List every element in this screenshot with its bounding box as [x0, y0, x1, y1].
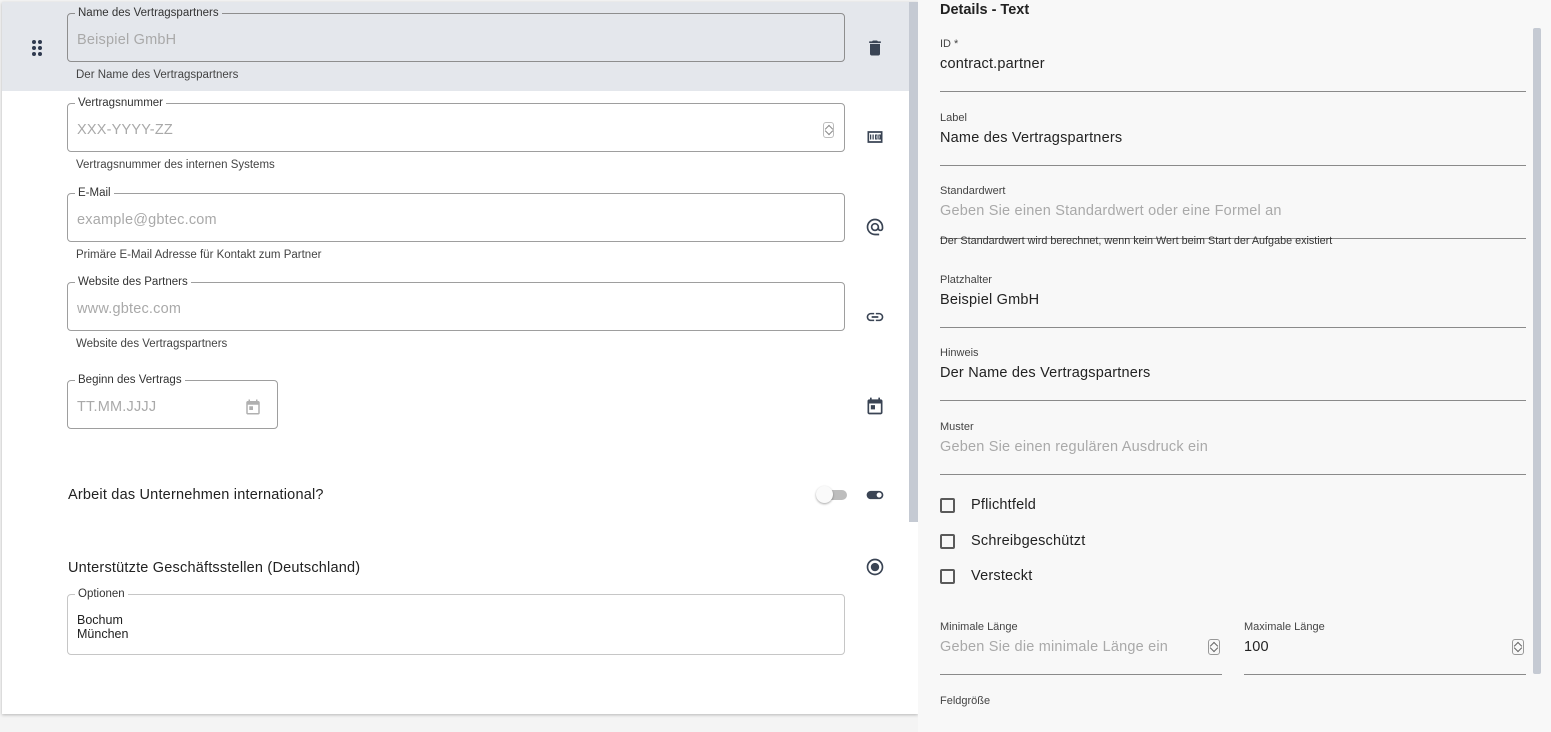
label-field[interactable]: Label Name des Vertragspartners [940, 112, 1526, 166]
date-picker-icon[interactable] [244, 398, 262, 416]
number-spinner-icon[interactable] [1208, 639, 1220, 655]
readonly-checkbox[interactable]: Schreibgeschützt [940, 532, 1085, 550]
min-length-label: Minimale Länge [940, 621, 1018, 633]
field-label: E-Mail [75, 186, 114, 200]
form-row-start-date[interactable]: Beginn des Vertrags TT.MM.JJJJ [2, 361, 911, 451]
field-help-text: Der Name des Vertragspartners [76, 69, 239, 81]
drag-handle-icon[interactable] [32, 38, 46, 58]
international-toggle[interactable] [816, 486, 847, 503]
default-value-placeholder: Geben Sie einen Standardwert oder eine F… [940, 203, 1282, 219]
field-label: Beginn des Vertrags [75, 373, 185, 387]
max-length-value: 100 [1244, 639, 1269, 655]
number-spinner-icon[interactable] [1512, 639, 1524, 655]
hint-value: Der Name des Vertragspartners [940, 365, 1151, 381]
hidden-checkbox[interactable]: Versteckt [940, 567, 1032, 585]
details-panel: Details - Text ID * contract.partner Lab… [918, 0, 1551, 732]
partner-name-field[interactable]: Name des Vertragspartners Beispiel GmbH [67, 6, 845, 62]
id-field[interactable]: ID * contract.partner [940, 38, 1526, 92]
link-icon [864, 306, 886, 328]
form-canvas: Name des Vertragspartners Beispiel GmbH … [2, 2, 918, 714]
required-checkbox[interactable]: Pflichtfeld [940, 496, 1036, 514]
min-length-field[interactable]: Minimale Länge Geben Sie die minimale Lä… [940, 621, 1222, 675]
form-row-contract-number[interactable]: Vertragsnummer XXX-YYYY-ZZ Vertragsnumme… [2, 91, 911, 181]
next-field-cutoff [68, 708, 388, 714]
form-row-international[interactable]: Arbeit das Unternehmen international? [2, 451, 911, 531]
details-scrollbar[interactable] [1533, 28, 1541, 674]
checkbox-box[interactable] [940, 568, 955, 584]
number-field-icon [864, 126, 886, 148]
max-length-field[interactable]: Maximale Länge 100 [1244, 621, 1526, 675]
form-row-email[interactable]: E-Mail example@gbtec.com Primäre E-Mail … [2, 181, 911, 271]
id-label: ID * [940, 38, 959, 50]
field-label: Vertragsnummer [75, 96, 167, 110]
checkbox-label: Versteckt [971, 568, 1033, 584]
website-field[interactable]: Website des Partners www.gbtec.com [67, 275, 845, 331]
start-date-field[interactable]: Beginn des Vertrags TT.MM.JJJJ [67, 373, 278, 429]
form-row-partner-name[interactable]: Name des Vertragspartners Beispiel GmbH … [2, 2, 911, 91]
options-textarea[interactable]: Optionen Bochum München [67, 587, 845, 655]
id-value: contract.partner [940, 56, 1045, 72]
hint-label: Hinweis [940, 347, 979, 359]
placeholder-field[interactable]: Platzhalter Beispiel GmbH [940, 274, 1526, 328]
checkbox-label: Schreibgeschützt [971, 533, 1086, 549]
field-label: Name des Vertragspartners [75, 6, 222, 20]
max-length-label: Maximale Länge [1244, 621, 1325, 633]
placeholder-value: Beispiel GmbH [940, 292, 1040, 308]
field-placeholder: TT.MM.JJJJ [77, 399, 157, 415]
at-sign-icon [864, 216, 886, 238]
branches-label: Unterstützte Geschäftsstellen (Deutschla… [68, 560, 361, 576]
options-label: Optionen [75, 587, 128, 601]
trash-icon[interactable] [864, 37, 886, 59]
field-placeholder: XXX-YYYY-ZZ [77, 122, 173, 138]
international-label: Arbeit das Unternehmen international? [68, 487, 324, 503]
default-value-label: Standardwert [940, 185, 1006, 197]
field-help-text: Primäre E-Mail Adresse für Kontakt zum P… [76, 249, 322, 261]
default-value-help: Der Standardwert wird berechnet, wenn ke… [940, 235, 1333, 247]
field-help-text: Vertragsnummer des internen Systems [76, 159, 275, 171]
calendar-icon [864, 395, 886, 417]
toggle-icon [864, 484, 886, 506]
label-value: Name des Vertragspartners [940, 130, 1123, 146]
checkbox-label: Pflichtfeld [971, 497, 1037, 513]
form-row-branches[interactable]: Unterstützte Geschäftsstellen (Deutschla… [2, 531, 911, 671]
option-item: Bochum [77, 613, 123, 627]
canvas-scrollbar[interactable] [909, 2, 918, 522]
option-item: München [77, 627, 129, 641]
contract-number-field[interactable]: Vertragsnummer XXX-YYYY-ZZ [67, 96, 845, 152]
pattern-label: Muster [940, 421, 974, 433]
details-title: Details - Text [940, 2, 1030, 18]
radio-icon [864, 556, 886, 578]
field-help-text: Website des Vertragspartners [76, 338, 228, 350]
pattern-field[interactable]: Muster Geben Sie einen regulären Ausdruc… [940, 421, 1526, 475]
pattern-placeholder: Geben Sie einen regulären Ausdruck ein [940, 439, 1208, 455]
field-placeholder: www.gbtec.com [77, 301, 182, 317]
email-field[interactable]: E-Mail example@gbtec.com [67, 186, 845, 242]
default-value-field[interactable]: Standardwert Geben Sie einen Standardwer… [940, 185, 1526, 239]
checkbox-box[interactable] [940, 497, 955, 513]
field-size-label: Feldgröße [940, 695, 991, 707]
field-placeholder: example@gbtec.com [77, 212, 217, 228]
form-row-website[interactable]: Website des Partners www.gbtec.com Websi… [2, 271, 911, 361]
min-length-placeholder: Geben Sie die minimale Länge ein [940, 639, 1169, 655]
hint-field[interactable]: Hinweis Der Name des Vertragspartners [940, 347, 1526, 401]
number-spinner-icon[interactable] [823, 122, 834, 138]
label-label: Label [940, 112, 967, 124]
field-size-field[interactable]: Feldgröße [940, 695, 1526, 725]
field-placeholder: Beispiel GmbH [77, 32, 177, 48]
field-label: Website des Partners [75, 275, 191, 289]
placeholder-label: Platzhalter [940, 274, 992, 286]
checkbox-box[interactable] [940, 533, 955, 549]
